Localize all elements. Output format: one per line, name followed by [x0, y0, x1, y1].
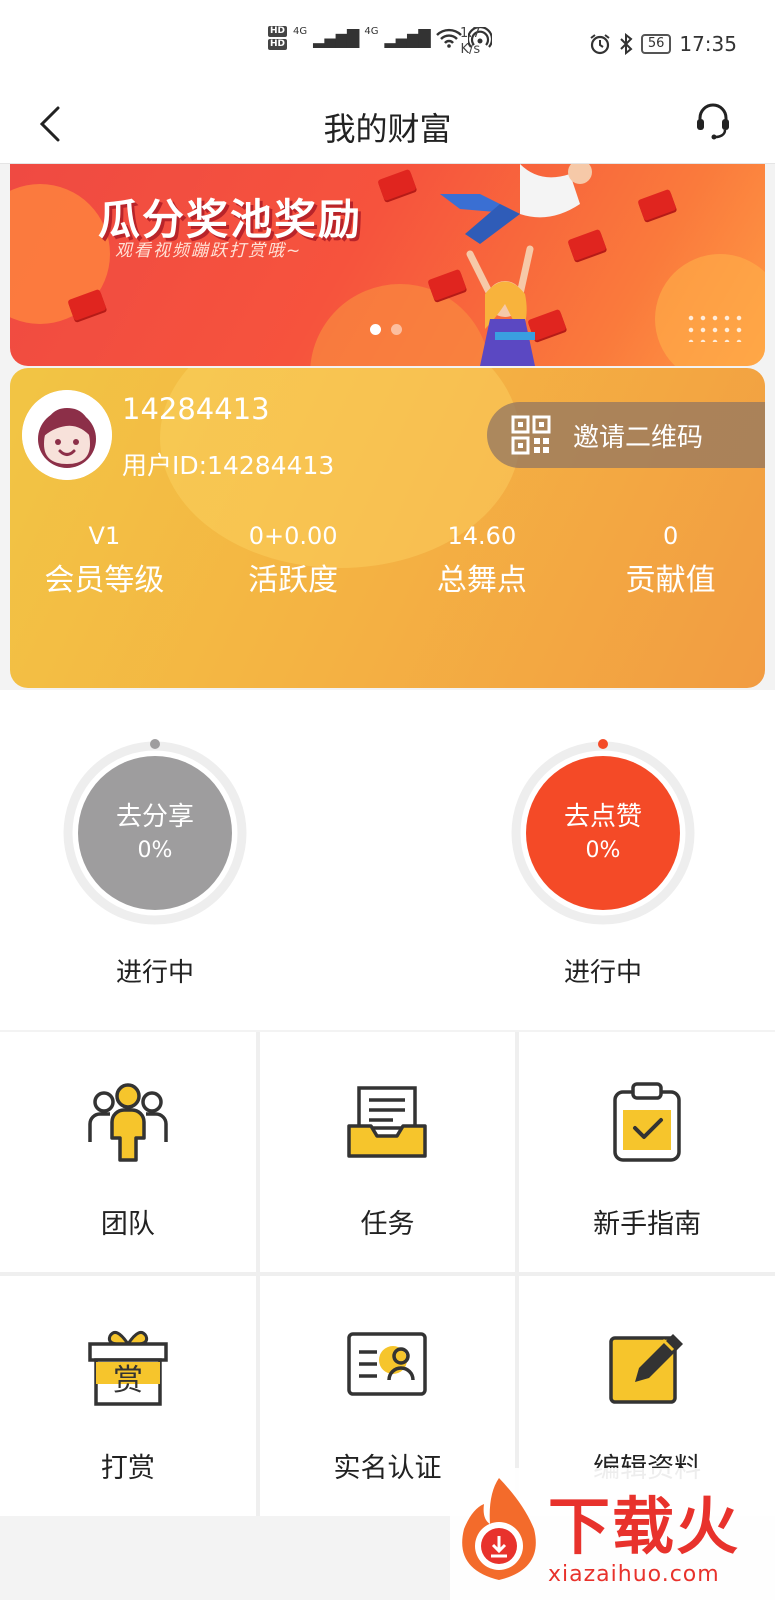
like-status: 进行中 — [563, 958, 642, 988]
watermark-url: xiazaihuo.com — [548, 1562, 720, 1587]
reward-gift-icon: 赏 — [88, 1330, 168, 1406]
go-share-button[interactable]: 去分享 0% — [78, 756, 232, 910]
stat-value: 0 — [662, 522, 679, 550]
network-type: 4G — [293, 26, 308, 37]
team-icon — [88, 1083, 168, 1162]
speed-value: 1.7 — [460, 26, 481, 41]
like-percent: 0% — [585, 838, 621, 863]
customer-service-icon[interactable] — [693, 100, 733, 140]
share-title: 去分享 — [115, 802, 194, 832]
banner-decoration — [655, 254, 765, 366]
progress-indicator-dot — [598, 739, 608, 749]
grid-item-guide[interactable]: 新手指南 — [519, 1032, 775, 1272]
banner-subtitle: 观看视频蹦跃打赏哦~ — [115, 241, 303, 261]
stat-label: 贡献值 — [625, 563, 716, 598]
fire-logo-icon — [462, 1478, 536, 1580]
cheering-woman-illustration — [466, 245, 535, 366]
watermark: 下载火 xiazaihuo.com — [450, 1468, 775, 1600]
qrcode-icon — [511, 415, 551, 455]
avatar[interactable] — [22, 390, 112, 480]
pagination-dot-active[interactable] — [370, 324, 381, 335]
id-card-icon — [347, 1332, 428, 1396]
stat-dance-points[interactable]: 14.60 总舞点 — [388, 518, 577, 608]
promo-banner[interactable]: 瓜分奖池奖励 观看视频蹦跃打赏哦~ — [10, 164, 765, 366]
profile-card: 14284413 用户ID:14284413 邀请二维码 V1 会员等级 0+0… — [10, 368, 765, 688]
clock: 17:35 — [679, 32, 737, 56]
stats-row: V1 会员等级 0+0.00 活跃度 14.60 总舞点 0 贡献值 — [10, 518, 765, 608]
grid-item-label: 任务 — [360, 1209, 415, 1240]
stat-label: 会员等级 — [44, 563, 165, 598]
like-title: 去点赞 — [563, 802, 642, 832]
status-bar: HD HD 4G ▂▄▆█ 4G ▂▄▆█ 1.7 K/s 56 17:35 — [0, 0, 775, 86]
speed-unit: K/s — [460, 42, 481, 57]
watermark-text: 下载火 — [548, 1490, 741, 1563]
network-type: 4G — [364, 26, 379, 37]
page-title: 我的财富 — [323, 110, 452, 148]
stat-value: 0+0.00 — [248, 522, 338, 550]
page: HD HD 4G ▂▄▆█ 4G ▂▄▆█ 1.7 K/s 56 17:35 我… — [0, 0, 775, 1600]
red-envelope-icon — [637, 188, 677, 222]
red-envelope-icon — [377, 168, 417, 202]
signal-icon: ▂▄▆█ — [313, 28, 359, 48]
invite-qrcode-button[interactable]: 邀请二维码 — [487, 402, 765, 468]
grid-item-label: 实名认证 — [333, 1453, 442, 1484]
grid-item-task[interactable]: 任务 — [259, 1032, 516, 1272]
banner-pagination — [370, 324, 402, 335]
signal-icon: ▂▄▆█ — [384, 28, 430, 48]
bluetooth-icon — [620, 33, 633, 55]
status-right: 56 17:35 — [589, 32, 737, 56]
guide-icon — [613, 1082, 681, 1162]
hd-badge: HD — [268, 39, 288, 50]
go-like-button[interactable]: 去点赞 0% — [526, 756, 680, 910]
stat-label: 活跃度 — [248, 563, 339, 598]
user-id: 用户ID:14284413 — [122, 451, 335, 480]
grid-item-label: 打赏 — [100, 1453, 155, 1484]
progress-indicator-dot — [150, 739, 160, 749]
stat-activity[interactable]: 0+0.00 活跃度 — [199, 518, 388, 608]
stat-member-level[interactable]: V1 会员等级 — [10, 518, 199, 608]
task-icon — [347, 1086, 428, 1158]
feature-grid: 团队 任务 新手指南 赏 打赏 实名认证 — [0, 1032, 775, 1516]
stat-value: V1 — [88, 522, 121, 550]
task-progress-section: 去分享 0% 进行中 去点赞 0% 进行中 — [0, 690, 775, 1030]
battery-icon: 56 — [640, 34, 672, 54]
stat-contribution[interactable]: 0 贡献值 — [576, 518, 765, 608]
hd-badge: HD — [268, 26, 288, 37]
share-status: 进行中 — [115, 958, 194, 988]
hd-indicators: HD HD — [268, 26, 288, 50]
banner-decoration — [685, 312, 745, 342]
nav-bar: 我的财富 — [0, 86, 775, 164]
invite-qrcode-label: 邀请二维码 — [573, 422, 704, 453]
grid-item-label: 新手指南 — [593, 1209, 702, 1240]
reward-icon-text: 赏 — [113, 1363, 143, 1398]
grid-item-reward[interactable]: 赏 打赏 — [0, 1276, 256, 1516]
alarm-icon — [590, 34, 610, 55]
grid-item-label: 团队 — [100, 1209, 155, 1240]
stat-value: 14.60 — [447, 522, 517, 550]
wifi-icon — [435, 28, 462, 48]
pagination-dot[interactable] — [391, 324, 402, 335]
grid-item-team[interactable]: 团队 — [0, 1032, 256, 1272]
network-speed: 1.7 K/s — [460, 26, 481, 58]
signal-group: HD HD 4G ▂▄▆█ 4G ▂▄▆█ — [268, 26, 492, 50]
stat-label: 总舞点 — [436, 563, 527, 598]
username: 14284413 — [122, 392, 270, 426]
edit-icon — [609, 1334, 684, 1404]
share-percent: 0% — [137, 838, 173, 863]
